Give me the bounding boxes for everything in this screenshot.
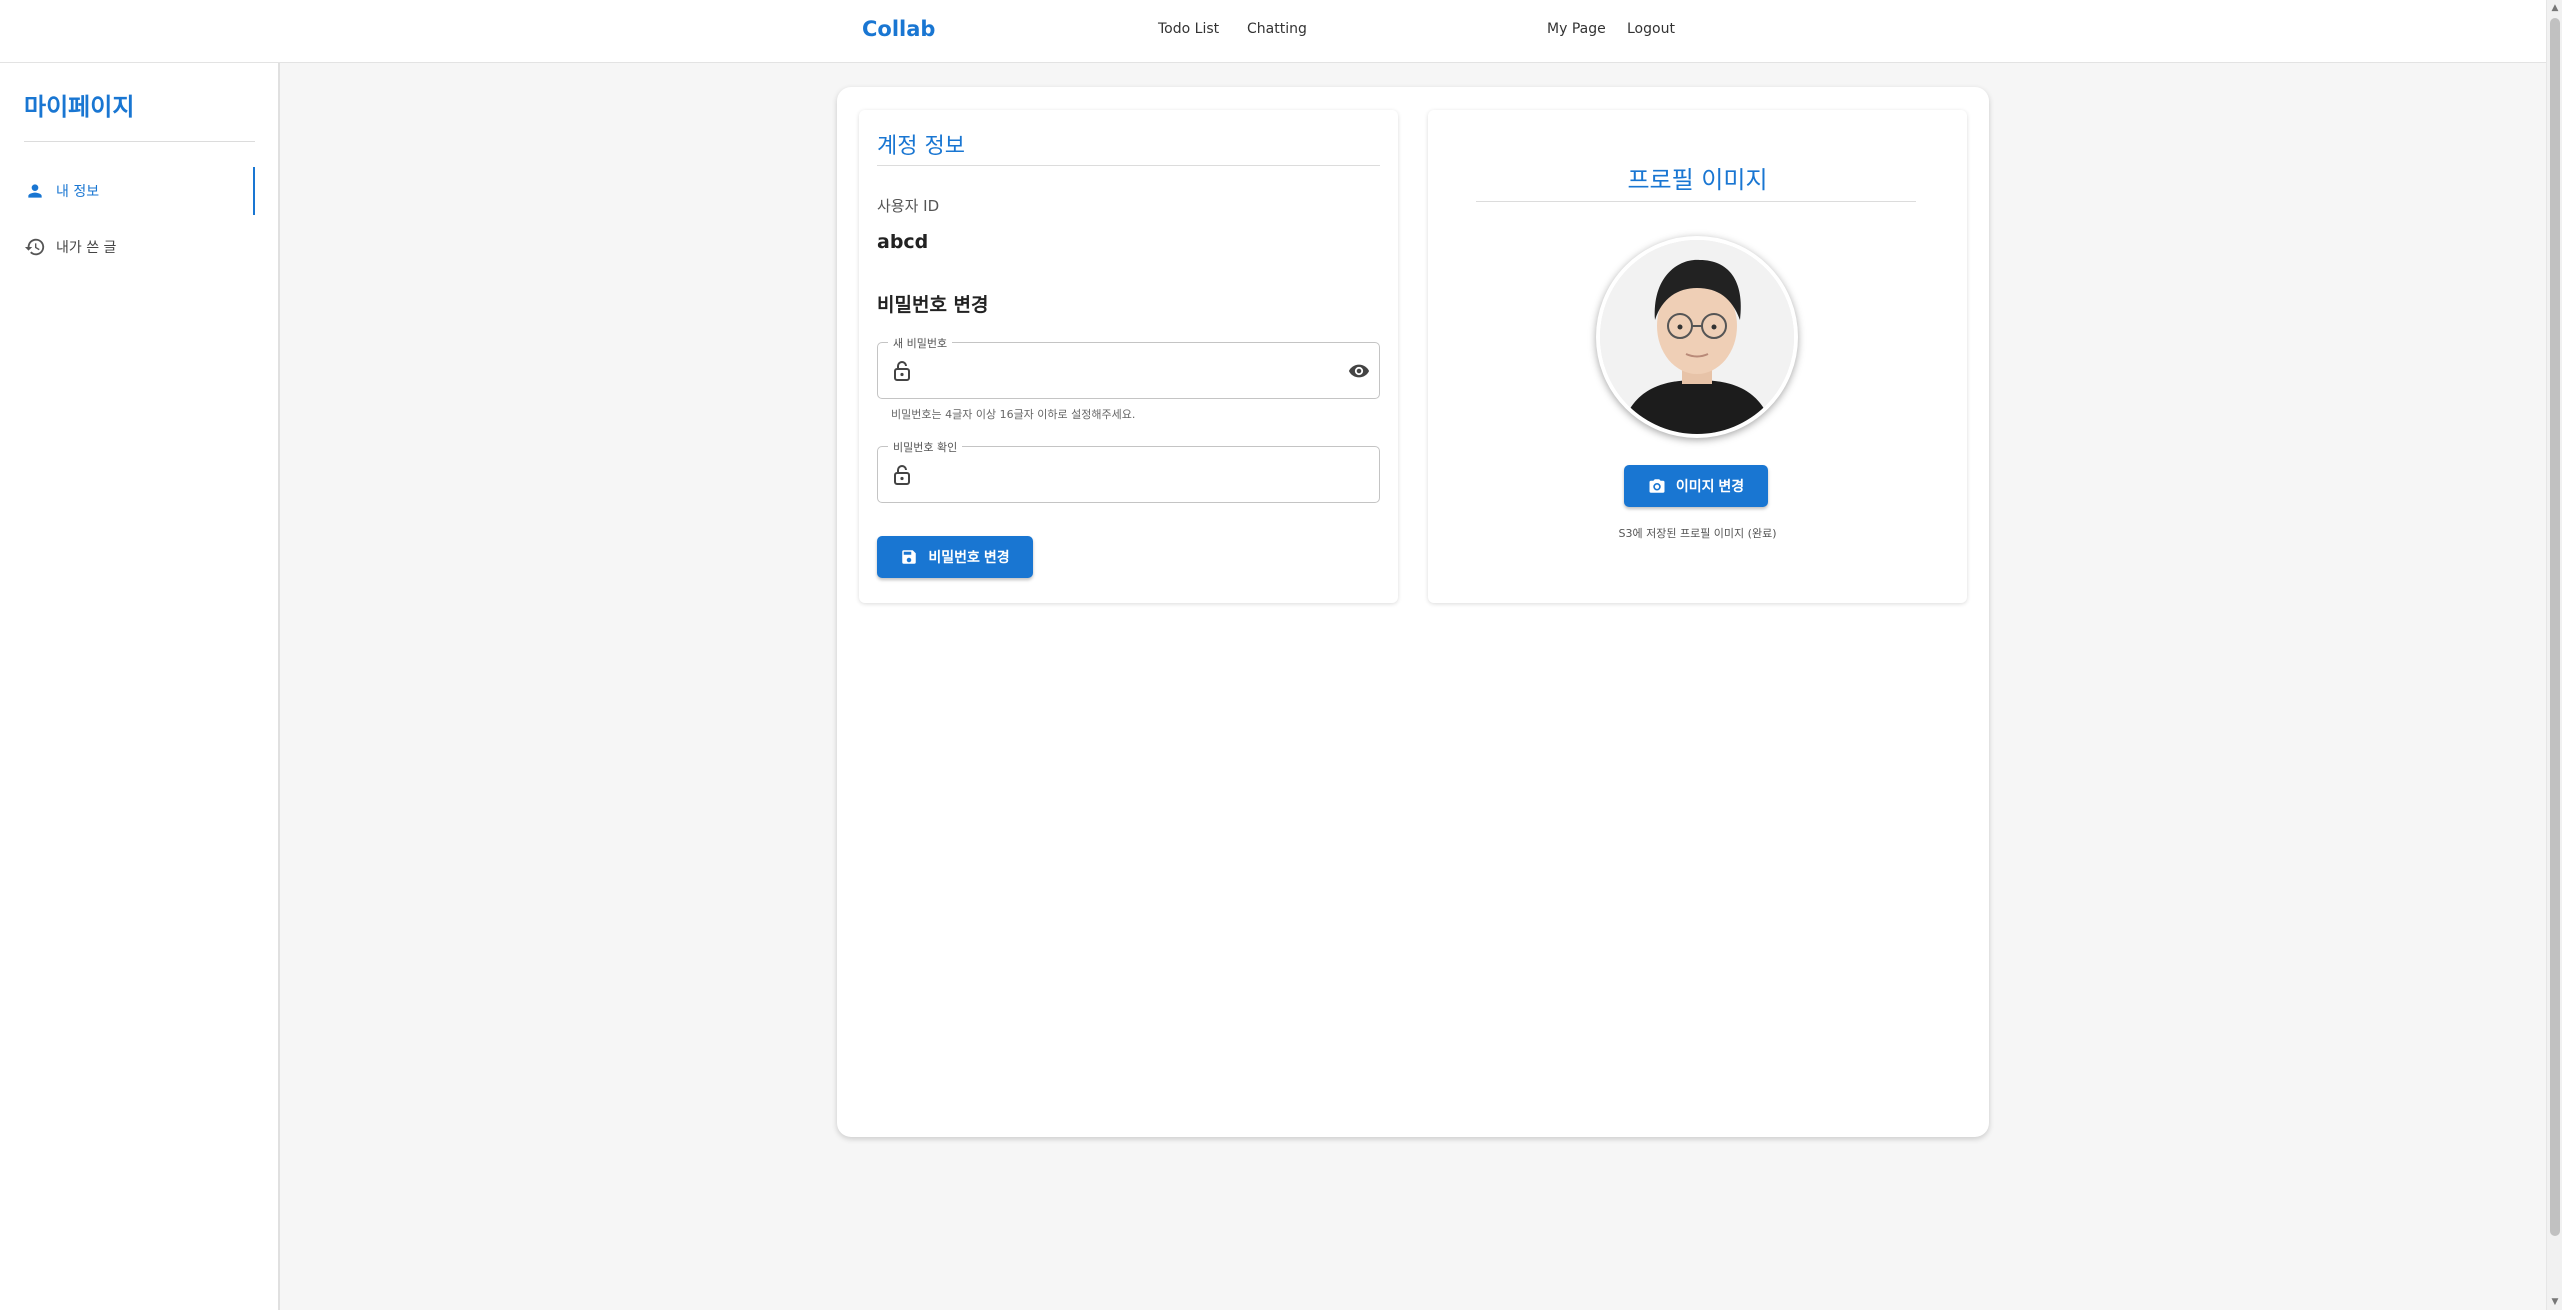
profile-image-caption: S3에 저장된 프로필 이미지 (완료) bbox=[1618, 527, 1777, 540]
history-icon bbox=[24, 236, 46, 258]
person-icon bbox=[24, 180, 46, 202]
new-password-field[interactable]: 새 비밀번호 bbox=[877, 335, 1380, 399]
password-section-title: 비밀번호 변경 bbox=[877, 294, 989, 316]
lock-icon bbox=[892, 360, 912, 382]
user-id-value: abcd bbox=[877, 231, 929, 253]
scrollbar-thumb[interactable] bbox=[2550, 18, 2560, 1236]
nav-logout[interactable]: Logout bbox=[1627, 21, 1675, 37]
new-password-input[interactable] bbox=[922, 353, 1342, 389]
account-title: 계정 정보 bbox=[877, 134, 965, 159]
nav-chatting[interactable]: Chatting bbox=[1247, 21, 1307, 37]
change-password-button[interactable]: 비밀번호 변경 bbox=[877, 536, 1033, 578]
confirm-password-label: 비밀번호 확인 bbox=[888, 439, 963, 455]
account-title-divider bbox=[877, 165, 1380, 166]
new-password-helper-text: 비밀번호는 4글자 이상 16글자 이하로 설정해주세요. bbox=[891, 408, 1136, 421]
change-password-button-label: 비밀번호 변경 bbox=[928, 549, 1010, 565]
confirm-password-input[interactable] bbox=[922, 457, 1342, 493]
profile-title-divider bbox=[1476, 201, 1916, 202]
sidebar-item-label: 내 정보 bbox=[56, 184, 100, 200]
new-password-label: 새 비밀번호 bbox=[888, 335, 953, 351]
sidebar-divider bbox=[24, 141, 255, 142]
main-content-card: 계정 정보 사용자 ID abcd 비밀번호 변경 새 비밀번호 비밀번호는 4… bbox=[837, 87, 1989, 1137]
confirm-password-field[interactable]: 비밀번호 확인 bbox=[877, 439, 1380, 503]
profile-image-card: 프로필 이미지 이미지 변경 S3에 저장된 프로필 이미지 (완료) bbox=[1428, 110, 1967, 603]
user-id-label: 사용자 ID bbox=[877, 197, 940, 215]
save-icon bbox=[900, 548, 918, 566]
profile-avatar bbox=[1596, 236, 1798, 438]
change-image-button-label: 이미지 변경 bbox=[1675, 478, 1745, 494]
nav-my-page[interactable]: My Page bbox=[1547, 21, 1606, 37]
eye-icon[interactable] bbox=[1347, 360, 1371, 382]
profile-title: 프로필 이미지 bbox=[1627, 166, 1768, 194]
sidebar-title: 마이페이지 bbox=[24, 93, 135, 121]
scroll-down-icon[interactable]: ▼ bbox=[2550, 1296, 2560, 1308]
scroll-up-icon[interactable]: ▲ bbox=[2550, 2, 2560, 14]
top-navbar: Collab Todo List Chatting My Page Logout bbox=[0, 0, 2546, 63]
account-info-card: 계정 정보 사용자 ID abcd 비밀번호 변경 새 비밀번호 비밀번호는 4… bbox=[859, 110, 1398, 603]
sidebar: 마이페이지 내 정보 내가 쓴 글 bbox=[0, 63, 280, 1310]
sidebar-item-my-info[interactable]: 내 정보 bbox=[24, 167, 255, 215]
page-scrollbar[interactable]: ▲ ▼ bbox=[2546, 0, 2562, 1310]
camera-icon bbox=[1648, 477, 1666, 495]
sidebar-item-label: 내가 쓴 글 bbox=[56, 240, 117, 256]
change-image-button[interactable]: 이미지 변경 bbox=[1624, 465, 1768, 507]
sidebar-item-my-posts[interactable]: 내가 쓴 글 bbox=[24, 223, 255, 271]
nav-todo-list[interactable]: Todo List bbox=[1158, 21, 1219, 37]
brand-logo[interactable]: Collab bbox=[862, 17, 935, 41]
lock-icon bbox=[892, 464, 912, 486]
